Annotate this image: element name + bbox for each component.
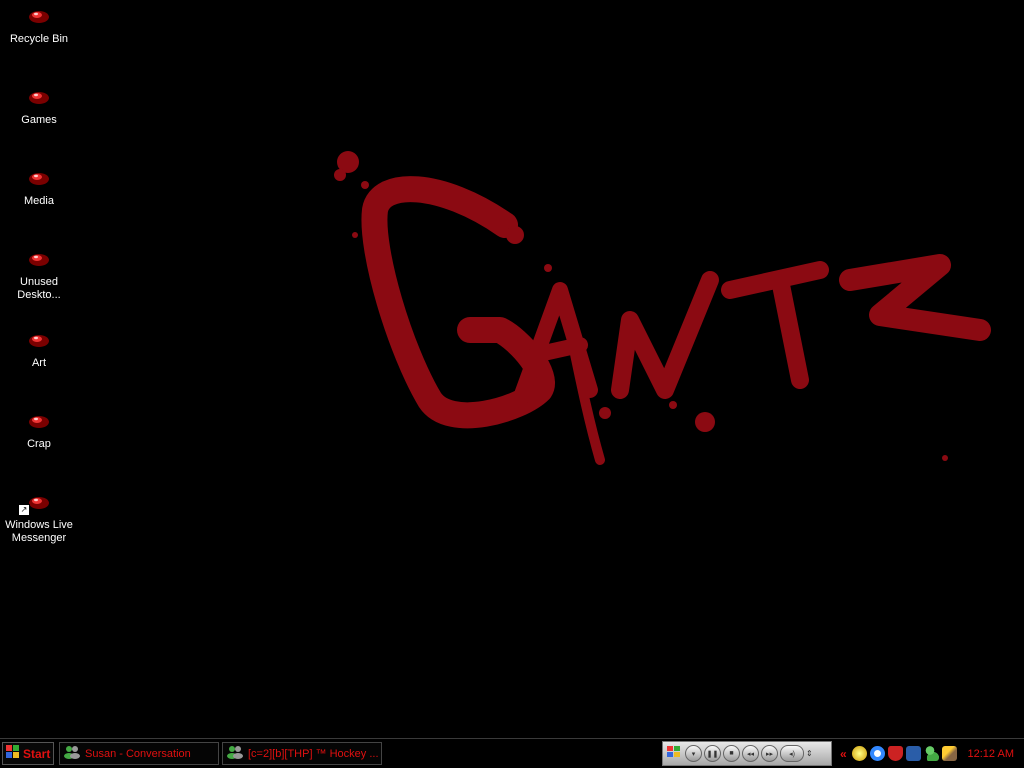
windows-logo-icon	[6, 745, 20, 762]
volume-icon[interactable]: ◂)	[780, 745, 804, 762]
folder-icon	[28, 413, 50, 429]
folder-icon	[28, 251, 50, 267]
stop-icon[interactable]: ■	[723, 745, 740, 762]
task-label: Susan - Conversation	[85, 747, 191, 760]
messenger-icon	[64, 745, 80, 762]
recycle-bin-icon	[28, 8, 50, 24]
menu-icon[interactable]: ▾	[685, 745, 702, 762]
next-icon[interactable]: ▸▸	[761, 745, 778, 762]
wallpaper-logo	[334, 151, 991, 465]
previous-icon[interactable]: ◂◂	[742, 745, 759, 762]
start-button[interactable]: Start	[2, 742, 54, 765]
desktop-icon-label: Recycle Bin	[9, 33, 69, 45]
show-hidden-icons-button[interactable]: «	[840, 747, 847, 761]
start-label: Start	[23, 746, 51, 761]
desktop-icon-label: Unused Deskto...	[17, 276, 61, 301]
system-tray: « 12:12 AM	[836, 742, 1022, 765]
folder-icon	[28, 170, 50, 186]
taskbar-button-conversation[interactable]: Susan - Conversation	[59, 742, 219, 765]
media-player-toolbar: ▾ ❚❚ ■ ◂◂ ▸▸ ◂) ⇕	[662, 741, 832, 766]
taskbar: Start Susan - Conversation [c=2][b][THP]…	[0, 738, 1024, 768]
winamp-icon[interactable]	[851, 746, 867, 761]
messenger-icon	[227, 745, 243, 762]
quicktime-icon[interactable]	[869, 746, 885, 761]
desktop-icon-windows-live-messenger[interactable]: ↗ Windows Live Messenger	[4, 494, 74, 545]
pause-icon[interactable]: ❚❚	[704, 745, 721, 762]
ati-icon[interactable]	[905, 746, 921, 761]
taskbar-button-hockey[interactable]: [c=2][b][THP] ™ Hockey ...	[222, 742, 382, 765]
restore-toolbar-icon[interactable]: ⇕	[806, 749, 813, 758]
windows-logo-icon[interactable]	[667, 745, 681, 763]
desktop-icon-recycle-bin[interactable]: Recycle Bin	[4, 8, 74, 46]
desktop-icon-unused-desktop[interactable]: Unused Deskto...	[4, 251, 74, 302]
messenger-tray-icon[interactable]	[923, 746, 939, 761]
desktop-icon-label: Windows Live Messenger	[5, 519, 73, 544]
messenger-shortcut-icon: ↗	[18, 494, 50, 516]
desktop-icon-label: Media	[24, 195, 54, 207]
shortcut-arrow-icon: ↗	[18, 504, 30, 516]
task-label: [c=2][b][THP] ™ Hockey ...	[248, 747, 379, 760]
antivirus-icon[interactable]	[887, 746, 903, 761]
folder-icon	[28, 89, 50, 105]
desktop-icon-label: Games	[21, 114, 57, 126]
clock[interactable]: 12:12 AM	[968, 748, 1014, 760]
desktop-icon-media[interactable]: Media	[4, 170, 74, 208]
desktop-icon-label: Art	[31, 357, 47, 369]
desktop-icon-games[interactable]: Games	[4, 89, 74, 127]
desktop-icon-label: Crap	[27, 438, 51, 450]
desktop-icon-crap[interactable]: Crap	[4, 413, 74, 451]
desktop[interactable]: Recycle Bin Games Media Unused Deskto...…	[0, 0, 1024, 738]
desktop-icon-art[interactable]: Art	[4, 332, 74, 370]
power-icon[interactable]	[941, 746, 957, 761]
folder-icon	[28, 332, 50, 348]
